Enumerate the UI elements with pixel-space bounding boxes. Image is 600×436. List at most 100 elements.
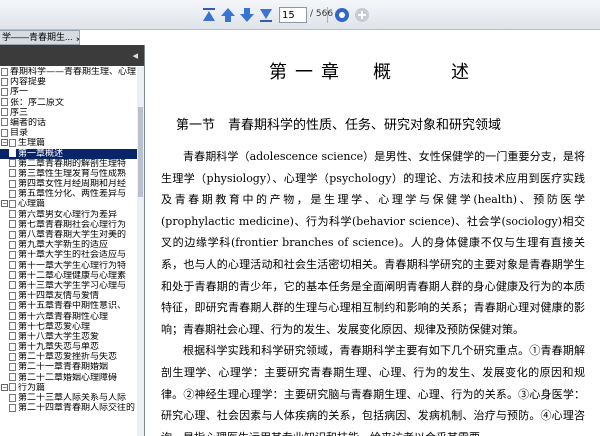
page-icon: [9, 362, 16, 371]
bookmark-label: 第二十四章青春期人际交往的: [18, 403, 136, 414]
page-icon: [9, 210, 16, 219]
paragraph: 青春期科学（adolescence science）是男性、女性保健学的一门重要…: [161, 150, 585, 336]
page-icon: [9, 220, 16, 229]
arrow-up-icon: [221, 8, 235, 22]
bookmark-item[interactable]: 第七章青春期社会心理行为: [0, 220, 137, 230]
page-icon: [1, 87, 8, 96]
tree-toggle-icon[interactable]: −: [1, 200, 8, 208]
next-page-button[interactable]: [238, 6, 256, 24]
chapter-title: 第一章 概 述: [269, 62, 477, 83]
bookmark-item[interactable]: − 行为篇: [0, 383, 137, 393]
arrow-down-icon: [240, 8, 254, 22]
page-icon: [9, 373, 16, 382]
bookmark-item[interactable]: 第十三章大学生学习心理与: [0, 281, 137, 291]
bookmark-item[interactable]: 内容提要: [0, 77, 137, 87]
page-icon: [9, 169, 16, 178]
bookmark-label: 第十三章大学生学习心理与: [18, 280, 127, 291]
last-page-icon: [260, 9, 272, 22]
bookmark-item[interactable]: 第十五章青春中期性意识、: [0, 301, 137, 311]
add-button[interactable]: [353, 6, 371, 24]
page-icon: [1, 67, 8, 76]
bookmark-item[interactable]: 第三章性生理发育与性成熟: [0, 169, 137, 179]
tree-toggle-icon[interactable]: −: [1, 383, 8, 391]
bookmark-item[interactable]: 第十七章恋爱心理: [0, 322, 137, 332]
collapse-sidebar-icon[interactable]: ◂: [132, 49, 138, 62]
bookmark-item[interactable]: 第二章青春期的解剖生理特: [0, 159, 137, 169]
bookmark-item[interactable]: 第五章性分化、两性差异与: [0, 189, 137, 199]
page-icon: [9, 159, 16, 168]
bookmark-item[interactable]: 目录: [0, 128, 137, 138]
go-button[interactable]: [333, 6, 351, 24]
bookmark-item[interactable]: 第四章女性月经周期和月经: [0, 179, 137, 189]
bookmark-item[interactable]: 春期科学——青春期生理、心理: [0, 67, 137, 77]
page-icon: [9, 403, 16, 412]
bookmark-item[interactable]: 第九章大学新生的适应: [0, 240, 137, 250]
page-icon: [9, 291, 16, 300]
bookmark-item[interactable]: 第十四章友情与爱情: [0, 291, 137, 301]
page-icon: [9, 281, 16, 290]
bookmark-item[interactable]: 第十二章心理健康与心理素: [0, 271, 137, 281]
bookmark-label: 第十五章青春中期性意识、: [18, 301, 127, 312]
bookmark-label: 内容提要: [10, 77, 47, 88]
page-icon: [1, 128, 8, 137]
document-tab-label: 学——青春期生...: [2, 32, 73, 42]
bookmark-item[interactable]: 第二十四章青春期人际交往的: [0, 403, 137, 413]
bookmark-label: 心理篇: [18, 199, 46, 210]
page-icon: [1, 108, 8, 117]
bookmark-item[interactable]: 第一章概述: [0, 148, 137, 159]
bookmark-label: 第六章男女心理行为差异: [18, 209, 118, 220]
page-icon: [9, 301, 16, 310]
bookmark-item[interactable]: − 生理篇: [0, 138, 137, 148]
bookmark-item[interactable]: 张：序二原文: [0, 98, 137, 108]
toolbar-separator: [327, 7, 328, 23]
bookmark-label: 第十章大学生的社会适应与: [18, 250, 127, 261]
page-icon: [9, 138, 16, 147]
bookmark-label: 第二十一章青春期婚姻: [18, 362, 109, 373]
close-icon[interactable]: ×: [76, 33, 79, 44]
bookmark-item[interactable]: 第十八章大学生恋爱: [0, 332, 137, 342]
bookmark-label: 第十四章友情与爱情: [18, 291, 100, 302]
bookmark-label: 第十九章失恋与单恋: [18, 342, 100, 353]
bookmark-label: 张：序二原文: [10, 97, 65, 108]
bookmark-item[interactable]: 第十九章失恋与单恋: [0, 342, 137, 352]
previous-page-button[interactable]: [219, 6, 237, 24]
page-icon: [9, 383, 16, 392]
bookmark-item[interactable]: 第十章大学生的社会适应与: [0, 250, 137, 260]
bookmark-label: 第七章青春期社会心理行为: [18, 219, 127, 230]
bookmark-item[interactable]: − 心理篇: [0, 199, 137, 209]
tree-toggle-icon[interactable]: −: [1, 139, 8, 147]
page-number-input[interactable]: [279, 7, 307, 23]
bookmark-item[interactable]: 第十一章大学生心理行为特: [0, 261, 137, 271]
bookmark-item[interactable]: 第二十一章青春期婚姻: [0, 362, 137, 372]
sidebar-scrollbar[interactable]: [137, 67, 144, 436]
first-page-button[interactable]: [200, 6, 218, 24]
page-icon: [9, 230, 16, 239]
bookmark-item[interactable]: 第二十章恋爱挫折与失恋: [0, 352, 137, 362]
bookmark-item[interactable]: 序三: [0, 108, 137, 118]
bookmark-label: 编者的话: [10, 117, 47, 128]
bookmark-label: 第八章青春期大学生对美的: [18, 230, 127, 240]
bookmark-item[interactable]: 序一: [0, 87, 137, 97]
bookmark-label: 行为篇: [18, 382, 46, 393]
bookmark-label: 第二十三章人际关系与人际: [18, 393, 127, 403]
last-page-button[interactable]: [257, 6, 275, 24]
scrollbar-thumb[interactable]: [138, 107, 143, 197]
paragraph: 根据科学实践和科学研究领域，青春期科学主要有如下几个研究重点。①青春期解剖生理学…: [161, 344, 585, 436]
bookmark-label: 第二章青春期的解剖生理特: [18, 158, 127, 169]
page-icon: [9, 240, 16, 249]
document-tab[interactable]: 学——青春期生... ×: [0, 30, 80, 45]
bookmark-item[interactable]: 第二十三章人际关系与人际: [0, 393, 137, 403]
page-icon: [9, 250, 16, 259]
bookmark-item[interactable]: 编者的话: [0, 118, 137, 128]
page-icon: [9, 189, 16, 198]
bookmark-label: 第一章概述: [18, 148, 64, 159]
page-icon: [9, 261, 16, 270]
reader-toolbar: / 566: [0, 0, 600, 30]
bookmark-item[interactable]: 第六章男女心理行为差异: [0, 210, 137, 220]
bookmark-item[interactable]: 第二十二章婚姻心理障碍: [0, 373, 137, 383]
bookmark-label: 序三: [10, 107, 29, 118]
bookmark-item[interactable]: 第十六章青春期性心理: [0, 312, 137, 322]
bookmark-tree: 春期科学——青春期生理、心理 内容提要 序一 张：序二原文 序三 编者的话 目录 − 生理篇 第一…: [0, 67, 137, 436]
bookmark-item[interactable]: 第八章青春期大学生对美的: [0, 230, 137, 240]
body-text: 青春期科学（adolescence science）是男性、女性保健学的一门重要…: [161, 146, 585, 436]
